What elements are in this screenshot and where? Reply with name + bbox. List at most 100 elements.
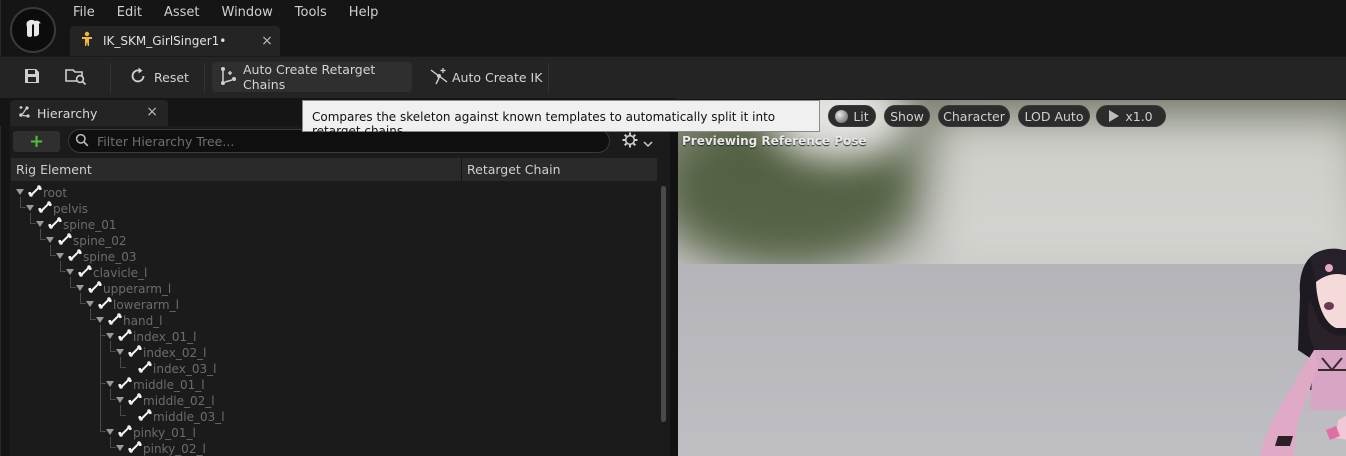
save-button[interactable] — [18, 62, 46, 92]
lod-label: LOD Auto — [1024, 108, 1084, 124]
bone-icon — [88, 279, 102, 293]
tree-row[interactable]: spine_01 — [10, 217, 610, 233]
tree-guide-line — [110, 389, 111, 400]
tree-row[interactable]: pelvis — [10, 201, 610, 217]
show-label: Show — [890, 108, 924, 124]
menu-file[interactable]: File — [62, 0, 106, 24]
character-mesh — [1259, 248, 1346, 456]
toolbar-separator — [110, 63, 111, 93]
tree-row[interactable]: spine_02 — [10, 233, 610, 249]
rig-element-label: index_02_l — [143, 346, 207, 360]
rig-element-label: middle_02_l — [143, 394, 215, 408]
hierarchy-icon — [16, 104, 32, 123]
expand-arrow-icon[interactable] — [56, 253, 64, 259]
expand-arrow-icon[interactable] — [46, 237, 54, 243]
expand-arrow-icon[interactable] — [36, 221, 44, 227]
expand-arrow-icon[interactable] — [116, 349, 124, 355]
auto-create-ik-button[interactable]: Auto Create IK — [424, 62, 544, 92]
expand-arrow-icon[interactable] — [26, 205, 34, 211]
menu-tools[interactable]: Tools — [284, 0, 338, 24]
viewport[interactable]: Lit Show Character LOD Auto x1.0 Preview… — [678, 100, 1346, 456]
reset-button[interactable]: Reset — [124, 62, 196, 92]
expand-arrow-icon[interactable] — [116, 445, 124, 451]
column-header-retarget-chain[interactable]: Retarget Chain — [467, 162, 561, 177]
bone-icon — [138, 359, 152, 373]
settings-dropdown-button[interactable] — [622, 132, 653, 152]
bone-icon — [38, 199, 52, 213]
lit-icon — [835, 109, 849, 123]
rig-element-label: hand_l — [123, 314, 163, 328]
browse-button[interactable] — [62, 62, 90, 92]
tree-guide-line — [40, 229, 41, 240]
rig-element-label: root — [43, 186, 68, 200]
tree-guide-line — [80, 293, 81, 304]
expand-arrow-icon[interactable] — [76, 285, 84, 291]
hierarchy-tab[interactable]: Hierarchy × — [10, 100, 168, 126]
expand-arrow-icon[interactable] — [106, 429, 114, 435]
document-tab-title: IK_SKM_GirlSinger1• — [103, 34, 227, 48]
lod-button[interactable]: LOD Auto — [1018, 105, 1090, 127]
tree-row[interactable]: spine_03 — [10, 249, 610, 265]
tree-guide-line — [50, 245, 51, 256]
document-tab-close-button[interactable]: × — [254, 33, 280, 49]
expand-arrow-icon[interactable] — [106, 381, 114, 387]
menu-edit[interactable]: Edit — [106, 0, 153, 24]
playback-speed-button[interactable]: x1.0 — [1096, 105, 1166, 127]
unreal-logo-icon[interactable] — [10, 7, 56, 53]
bone-icon — [78, 263, 92, 277]
tree-guide-line — [30, 213, 31, 224]
expand-arrow-icon[interactable] — [86, 301, 94, 307]
tree-guide-line — [60, 261, 61, 272]
tree-guide-line — [120, 405, 121, 416]
add-button[interactable]: + — [13, 131, 60, 152]
show-button[interactable]: Show — [884, 105, 930, 127]
hierarchy-tab-label: Hierarchy — [37, 105, 98, 121]
rig-element-label: index_03_l — [153, 362, 217, 376]
menu-bar: File Edit Asset Window Tools Help — [62, 0, 389, 24]
toolbar: Reset Auto Create Retarget Chains Auto C… — [0, 56, 1346, 99]
expand-arrow-icon[interactable] — [66, 269, 74, 275]
rig-element-label: index_01_l — [133, 330, 197, 344]
chain-icon — [218, 65, 240, 90]
character-label: Character — [943, 108, 1005, 124]
expand-arrow-icon[interactable] — [116, 397, 124, 403]
expand-arrow-icon[interactable] — [96, 317, 104, 323]
menu-window[interactable]: Window — [211, 0, 284, 24]
character-button[interactable]: Character — [938, 105, 1010, 127]
auto-create-retarget-chains-label: Auto Create Retarget Chains — [243, 62, 376, 92]
expand-arrow-icon[interactable] — [16, 189, 24, 195]
panel-splitter[interactable] — [670, 100, 678, 456]
rig-element-label: lowerarm_l — [113, 298, 179, 312]
previewing-reference-pose-label: Previewing Reference Pose — [682, 134, 867, 148]
rig-element-label: spine_01 — [63, 218, 117, 232]
tree-row[interactable]: pinky_02_l — [10, 441, 610, 456]
bone-icon — [118, 375, 132, 389]
menu-help[interactable]: Help — [338, 0, 390, 24]
document-tab[interactable]: IK_SKM_GirlSinger1• × — [70, 26, 280, 56]
rig-element-label: upperarm_l — [103, 282, 172, 296]
toolbar-separator — [204, 63, 205, 93]
rig-element-label: middle_03_l — [153, 410, 225, 424]
play-icon — [1109, 110, 1120, 122]
toolbar-separator — [548, 63, 549, 93]
tree-row[interactable]: lowerarm_l — [10, 297, 610, 313]
rig-element-label: pelvis — [53, 202, 89, 216]
auto-create-retarget-chains-button[interactable]: Auto Create Retarget Chains — [212, 62, 412, 92]
lit-button[interactable]: Lit — [828, 105, 876, 127]
hierarchy-tab-close-button[interactable]: × — [146, 104, 158, 120]
column-header-rig-element[interactable]: Rig Element — [16, 162, 92, 177]
playback-speed-label: x1.0 — [1125, 108, 1153, 124]
tree-row[interactable]: root — [10, 185, 610, 201]
search-icon — [75, 132, 89, 151]
tree-guide-line — [70, 277, 71, 288]
bone-icon — [48, 215, 62, 229]
bone-icon — [128, 439, 142, 453]
ik-icon — [428, 65, 450, 90]
scrollbar[interactable] — [661, 186, 666, 422]
bone-icon — [118, 423, 132, 437]
menu-asset[interactable]: Asset — [153, 0, 211, 24]
expand-arrow-icon[interactable] — [106, 333, 114, 339]
column-divider[interactable] — [461, 158, 462, 181]
bone-icon — [118, 327, 132, 341]
bone-icon — [138, 407, 152, 421]
